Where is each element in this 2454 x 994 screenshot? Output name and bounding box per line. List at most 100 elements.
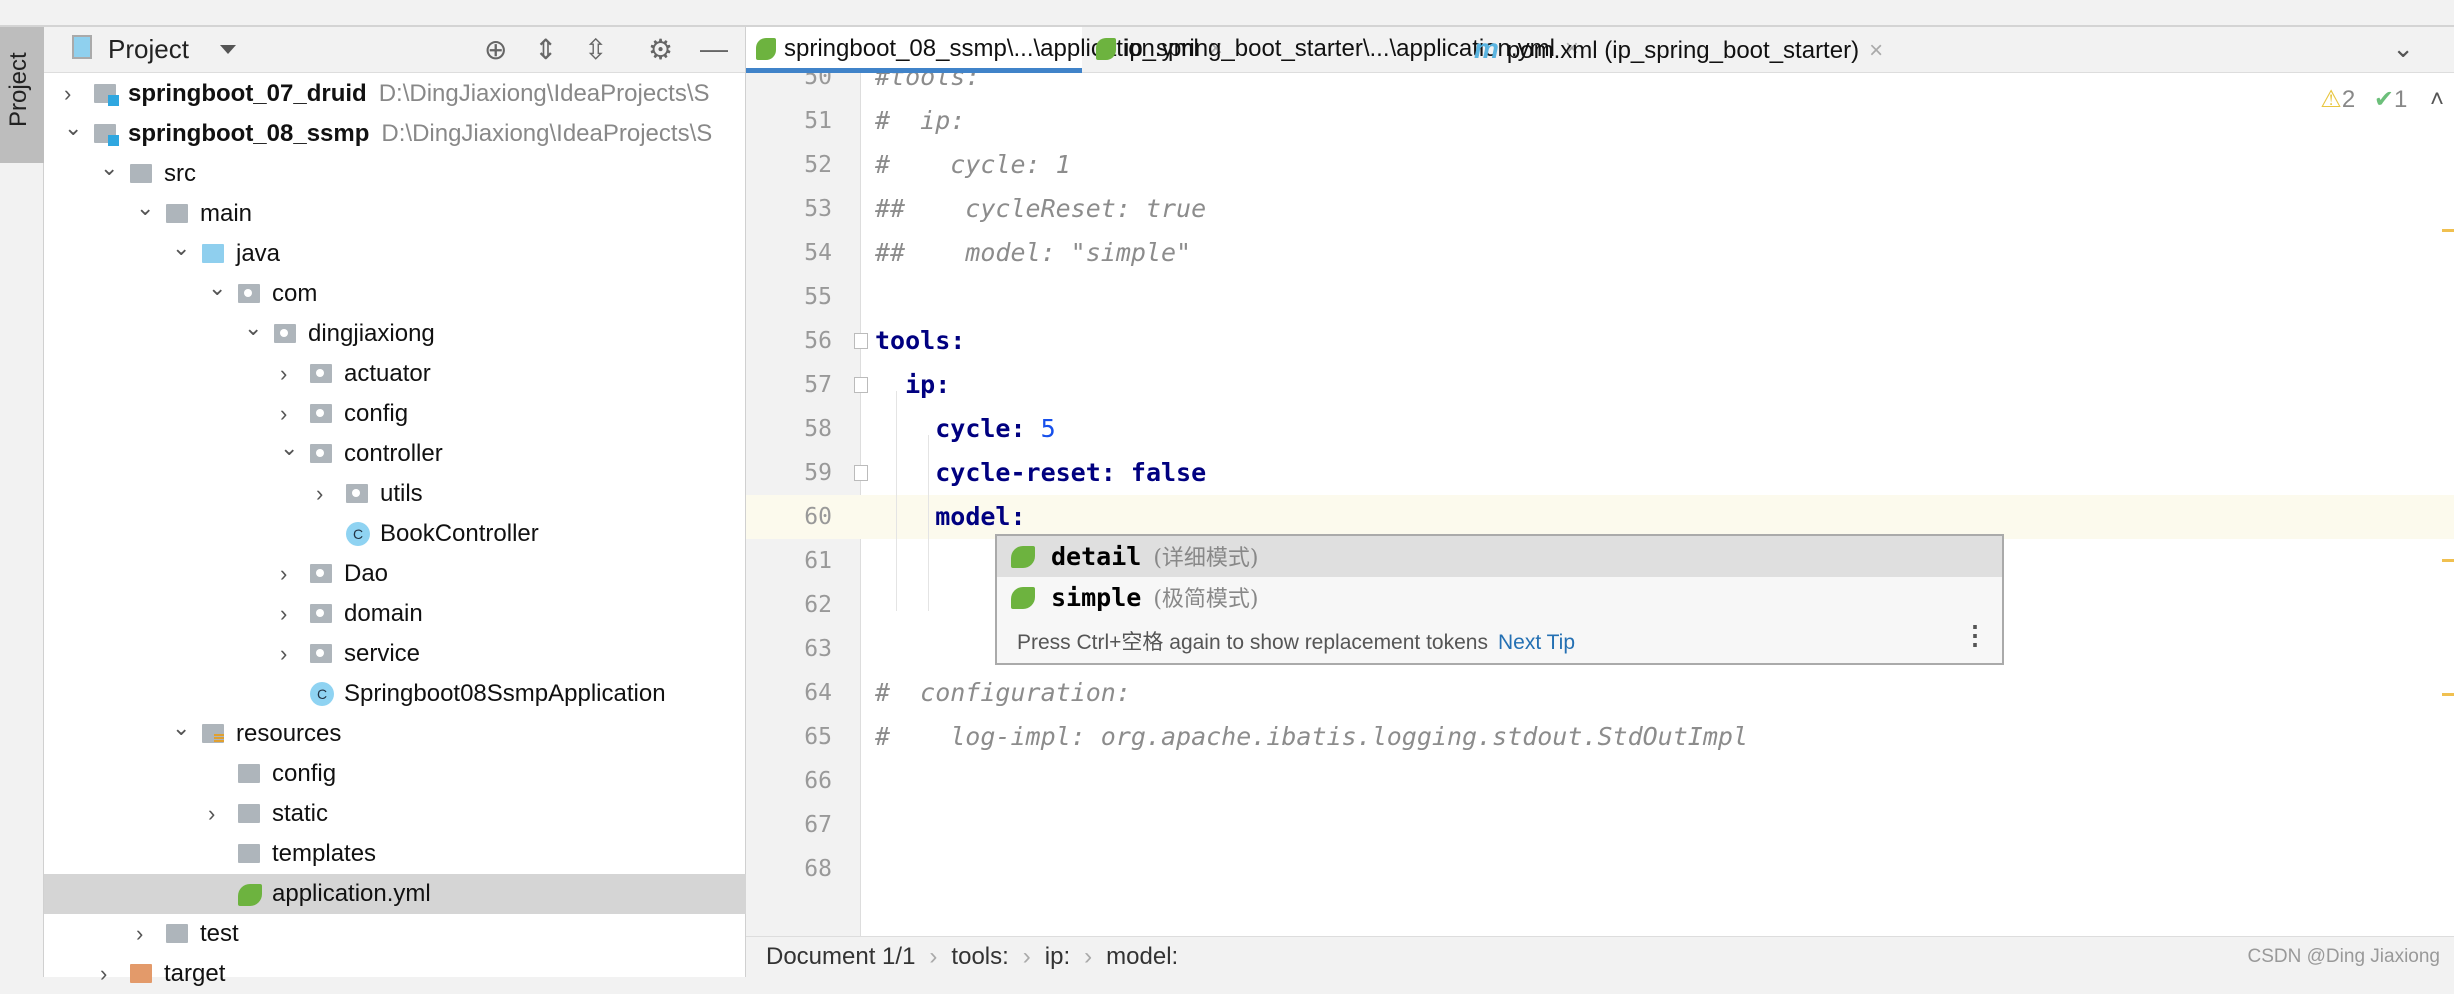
module-icon	[94, 84, 119, 106]
editor-tab[interactable]: springboot_08_ssmp\...\application.yml ×	[746, 27, 1223, 73]
inspection-widget[interactable]: ⚠2 ✔1 ˄	[2320, 85, 2444, 114]
editor-tab[interactable]: m pom.xml (ip_spring_boot_starter) ×	[1464, 27, 1883, 73]
tree-item[interactable]: ⌄ controller	[44, 434, 746, 474]
chevron-right-icon[interactable]: ›	[316, 474, 336, 514]
code-line[interactable]: 56 tools:	[746, 319, 2454, 363]
tree-item[interactable]: ⌄ resources	[44, 714, 746, 754]
code-line[interactable]: 64 # configuration:	[746, 671, 2454, 715]
line-text: # ip:	[875, 99, 965, 143]
breadcrumb-item[interactable]: model:	[1106, 943, 1178, 970]
code-line[interactable]: 67	[746, 803, 2454, 847]
chevron-down-icon[interactable]: ⌄	[172, 708, 192, 748]
code-line[interactable]: 52 # cycle: 1	[746, 143, 2454, 187]
tree-item[interactable]: ⌄ main	[44, 194, 746, 234]
tree-item[interactable]: › domain	[44, 594, 746, 634]
tree-item[interactable]: C Springboot08SsmpApplication	[44, 674, 746, 714]
tree-item[interactable]: ⌄ com	[44, 274, 746, 314]
code-line[interactable]: 60 model:	[746, 495, 2454, 539]
more-options-icon[interactable]: ⋮	[1962, 620, 1988, 651]
code-line[interactable]: 68	[746, 847, 2454, 891]
editor-tabs: ⌄ springboot_08_ssmp\...\application.yml…	[746, 27, 2454, 73]
code-line[interactable]: 51 # ip:	[746, 99, 2454, 143]
chevron-right-icon[interactable]: ›	[280, 594, 300, 634]
tree-item[interactable]: config	[44, 754, 746, 794]
tree-item[interactable]: › Dao	[44, 554, 746, 594]
chevron-down-icon[interactable]: ⌄	[208, 268, 228, 308]
tree-item-name: dingjiaxiong	[308, 320, 435, 347]
tree-item[interactable]: › config	[44, 394, 746, 434]
completion-tip: Press Ctrl+空格 again to show replacement …	[1017, 631, 1575, 654]
chevron-right-icon[interactable]: ›	[136, 914, 156, 954]
tree-item[interactable]: application.yml	[44, 874, 746, 914]
chevron-down-icon[interactable]: ⌄	[280, 428, 300, 468]
code-line[interactable]: 53 ## cycleReset: true	[746, 187, 2454, 231]
package-icon	[238, 284, 260, 303]
chevron-down-icon[interactable]: ⌄	[136, 188, 156, 228]
completion-item[interactable]: detail (详细模式)	[997, 536, 2002, 577]
tree-item[interactable]: ⌄ dingjiaxiong	[44, 314, 746, 354]
chevron-down-icon[interactable]: ⌄	[64, 108, 84, 148]
fold-marker-icon[interactable]	[854, 465, 868, 481]
tree-item[interactable]: › test	[44, 914, 746, 954]
code-line[interactable]: 65 # log-impl: org.apache.ibatis.logging.…	[746, 715, 2454, 759]
chevron-right-icon[interactable]: ›	[280, 354, 300, 394]
code-line[interactable]: 50 #tools:	[746, 73, 2454, 99]
package-icon	[310, 364, 332, 383]
code-line[interactable]: 54 ## model: "simple"	[746, 231, 2454, 275]
code-token: # ip:	[875, 106, 966, 135]
tree-item-name: actuator	[344, 360, 431, 387]
chevron-right-icon[interactable]: ›	[280, 634, 300, 674]
scroll-marker[interactable]	[2442, 229, 2454, 232]
project-view-title[interactable]: Project	[108, 34, 189, 65]
editor-tab[interactable]: ip_spring_boot_starter\...\application.y…	[1086, 27, 1579, 73]
code-area[interactable]: 50 #tools: 51 # ip: 52 # cycle: 1 53 ## cycleRe…	[746, 73, 2454, 936]
locate-icon[interactable]: ⊕	[484, 33, 507, 66]
code-line[interactable]: 55	[746, 275, 2454, 319]
project-tool-tab[interactable]: Project	[0, 27, 44, 163]
minimize-icon[interactable]: —	[700, 33, 728, 65]
warning-icon: ⚠	[2320, 86, 2342, 113]
close-icon[interactable]: ×	[1869, 37, 1883, 64]
chevron-right-icon[interactable]: ›	[100, 954, 120, 994]
tree-item[interactable]: › springboot_07_druid D:\DingJiaxiong\Idea…	[44, 74, 746, 114]
tree-item[interactable]: › target	[44, 954, 746, 994]
tree-item[interactable]: ⌄ java	[44, 234, 746, 274]
code-line[interactable]: 58 cycle: 5	[746, 407, 2454, 451]
code-line[interactable]: 59 cycle-reset: false	[746, 451, 2454, 495]
chevron-down-icon[interactable]: ⌄	[244, 308, 264, 348]
package-icon	[310, 644, 332, 663]
chevron-down-icon[interactable]: ⌄	[172, 228, 192, 268]
tree-item[interactable]: › service	[44, 634, 746, 674]
gear-icon[interactable]: ⚙	[648, 33, 673, 66]
fold-marker-icon[interactable]	[854, 333, 868, 349]
breadcrumb-item[interactable]: Document 1/1	[766, 943, 915, 970]
completion-item[interactable]: simple (极简模式)	[997, 577, 2002, 618]
chevron-down-icon[interactable]: ⌄	[100, 148, 120, 188]
scroll-marker[interactable]	[2442, 559, 2454, 562]
next-tip-link[interactable]: Next Tip	[1498, 631, 1575, 654]
breadcrumb-item[interactable]: tools:	[951, 943, 1008, 970]
tree-item[interactable]: › actuator	[44, 354, 746, 394]
chevron-right-icon[interactable]: ›	[208, 794, 228, 834]
line-number: 55	[804, 284, 832, 310]
breadcrumb-item[interactable]: ip:	[1045, 943, 1070, 970]
code-line[interactable]: 57 ip:	[746, 363, 2454, 407]
collapse-all-icon[interactable]: ⇳	[584, 33, 607, 66]
chevron-down-icon[interactable]: ⌄	[2392, 33, 2414, 64]
fold-marker-icon[interactable]	[854, 377, 868, 393]
tree-item[interactable]: › utils	[44, 474, 746, 514]
code-line[interactable]: 66	[746, 759, 2454, 803]
tree-item[interactable]: ⌄ springboot_08_ssmp D:\DingJiaxiong\IdeaP…	[44, 114, 746, 154]
tree-item[interactable]: templates	[44, 834, 746, 874]
tree-item[interactable]: C BookController	[44, 514, 746, 554]
tree-item[interactable]: › static	[44, 794, 746, 834]
scroll-marker[interactable]	[2442, 693, 2454, 696]
expand-all-icon[interactable]: ⇕	[534, 33, 557, 66]
chevron-up-icon[interactable]: ˄	[2430, 86, 2444, 113]
maven-icon: m	[1474, 33, 1499, 64]
tree-item-name: com	[272, 280, 318, 307]
chevron-down-icon[interactable]	[220, 45, 236, 62]
code-token: cycle-reset:	[935, 458, 1116, 487]
chevron-right-icon[interactable]: ›	[280, 554, 300, 594]
